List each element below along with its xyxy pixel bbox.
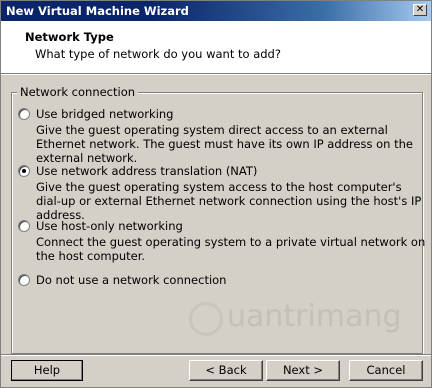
watermark-text: uantrimang — [227, 299, 402, 334]
title-bar[interactable]: New Virtual Machine Wizard ✕ — [1, 1, 431, 21]
option-label[interactable]: Do not use a network connection — [36, 273, 226, 287]
radio-bridged[interactable] — [18, 108, 30, 120]
wizard-header: Network Type What type of network do you… — [1, 21, 431, 73]
option-description: Connect the guest operating system to a … — [36, 235, 426, 263]
header-divider-highlight — [1, 74, 431, 75]
group-label: Network connection — [17, 85, 139, 99]
close-icon[interactable]: ✕ — [413, 4, 427, 16]
radio-host-only[interactable] — [18, 220, 30, 232]
cancel-button[interactable]: Cancel — [349, 360, 423, 381]
window-title: New Virtual Machine Wizard — [6, 4, 189, 18]
wizard-window: New Virtual Machine Wizard ✕ Network Typ… — [0, 0, 432, 388]
watermark-logo — [189, 302, 223, 336]
option-label[interactable]: Use bridged networking — [36, 107, 173, 121]
footer-divider-highlight — [1, 355, 431, 356]
option-label[interactable]: Use network address translation (NAT) — [36, 164, 257, 178]
next-button[interactable]: Next > — [266, 360, 340, 381]
page-subtitle: What type of network do you want to add? — [35, 47, 281, 61]
option-label[interactable]: Use host-only networking — [36, 219, 183, 233]
help-button[interactable]: Help — [11, 360, 83, 381]
radio-no-network[interactable] — [18, 274, 30, 286]
back-button[interactable]: < Back — [189, 360, 263, 381]
option-description: Give the guest operating system direct a… — [36, 123, 413, 165]
page-title: Network Type — [25, 30, 114, 44]
option-description: Give the guest operating system access t… — [36, 180, 422, 222]
radio-nat[interactable] — [18, 165, 30, 177]
